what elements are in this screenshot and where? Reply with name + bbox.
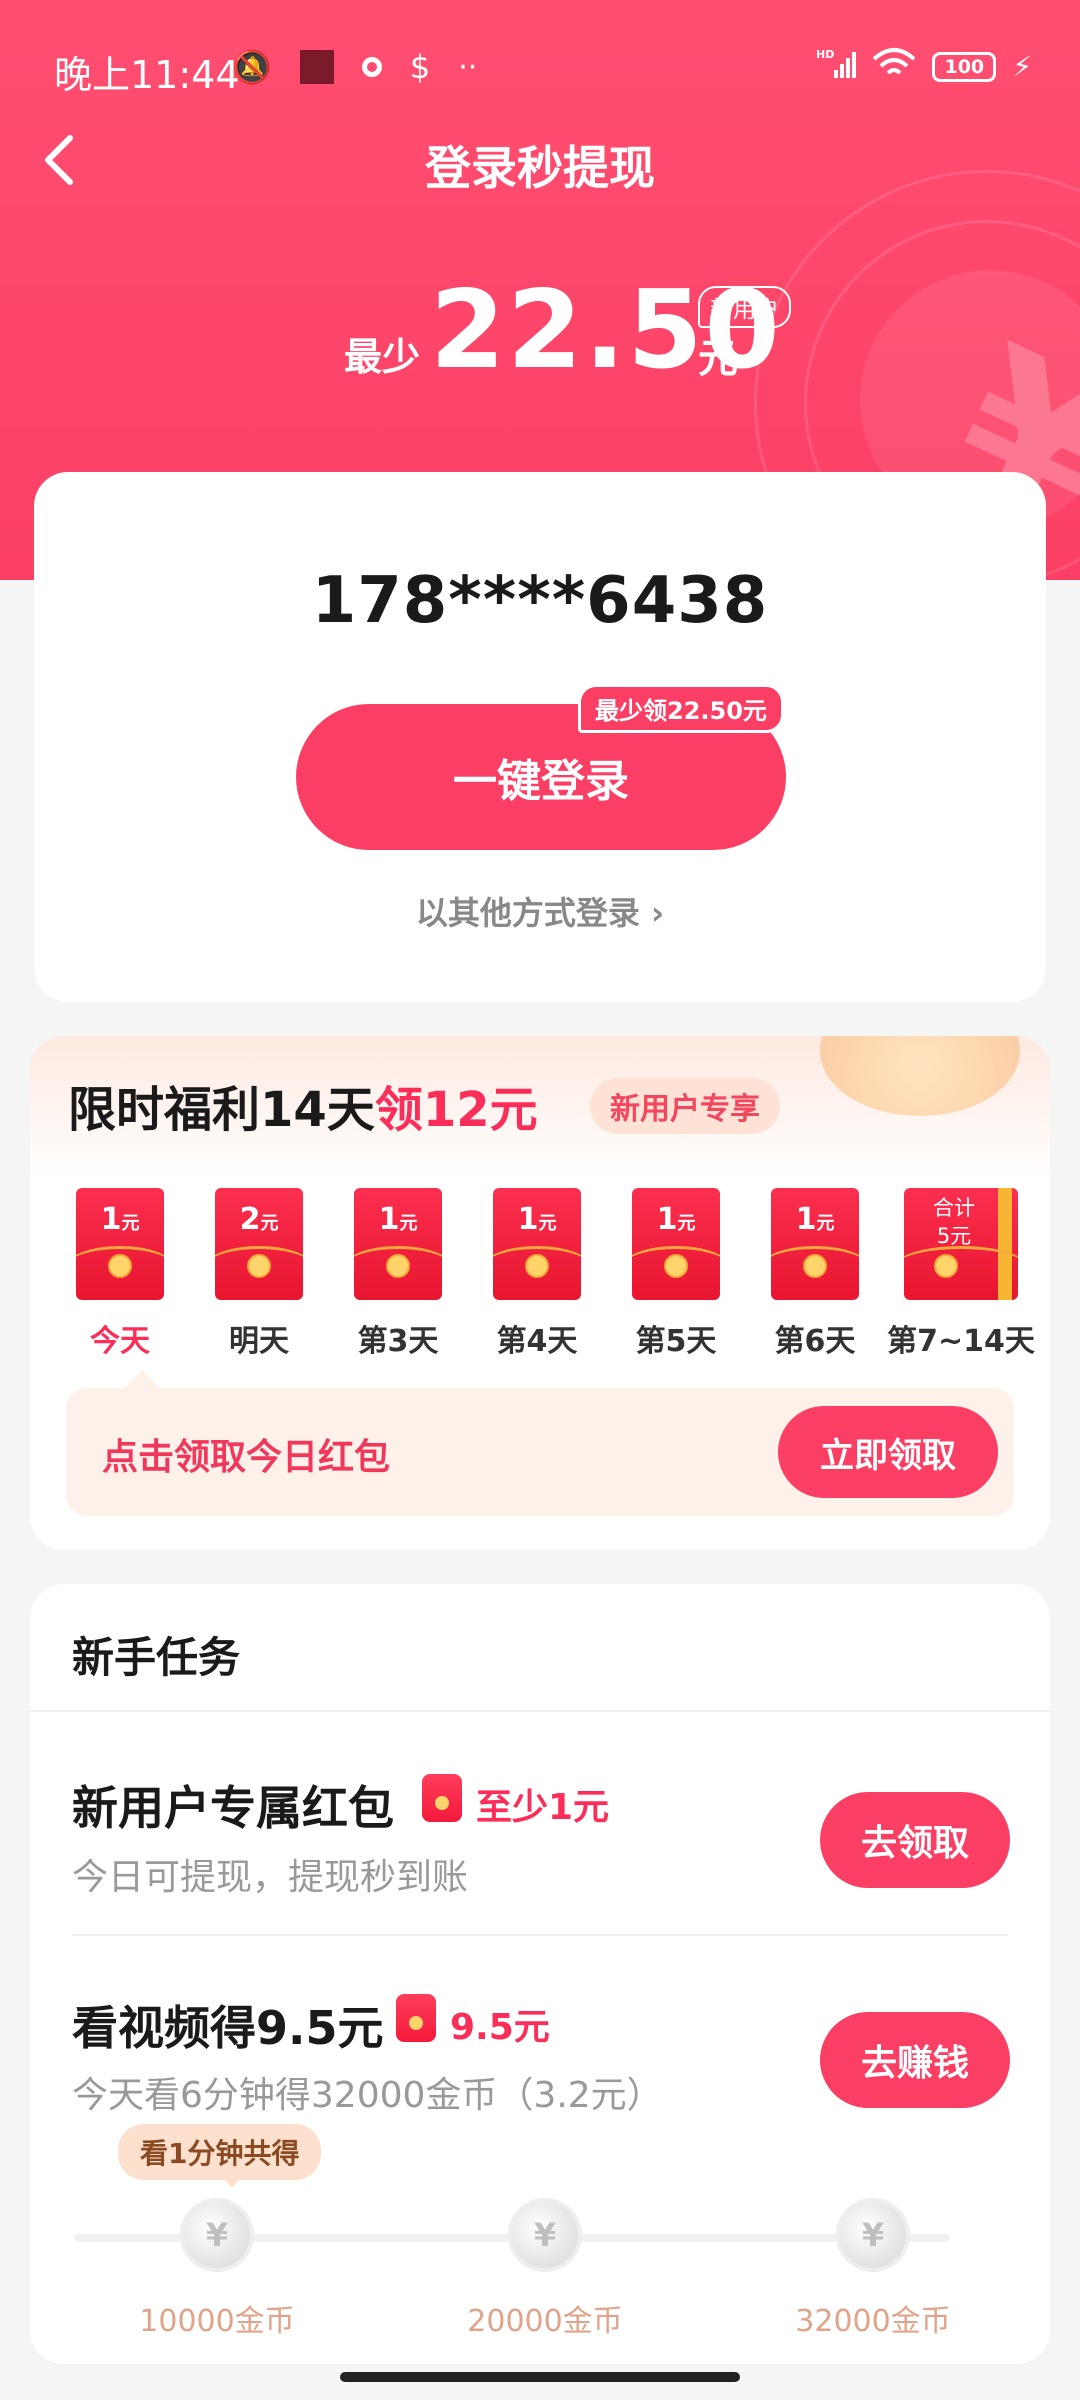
login-reward-badge: 最少领22.50元 xyxy=(578,684,784,733)
milestone-label: 10000金币 xyxy=(139,2304,295,2339)
earn-money-button[interactable]: 去赚钱 xyxy=(820,2012,1010,2108)
divider xyxy=(72,1934,1008,1936)
day-label: 第3天 xyxy=(357,1324,439,1359)
day-amount: 1 xyxy=(517,1202,539,1237)
day-amount: 1 xyxy=(795,1202,817,1237)
day-unit: 元 xyxy=(260,1213,279,1234)
red-envelope-icon xyxy=(422,1774,462,1822)
amount-prefix: 最少 xyxy=(344,335,421,379)
claim-task-button[interactable]: 去领取 xyxy=(820,1792,1010,1888)
day-unit: 元 xyxy=(121,1213,140,1234)
coin-decoration xyxy=(820,1036,1020,1116)
day-item[interactable]: 1元 第6天 xyxy=(755,1188,875,1360)
day-label: 第7~14天 xyxy=(887,1324,1035,1359)
red-envelope-icon: 1元 xyxy=(76,1188,164,1300)
red-envelope-icon xyxy=(396,1994,436,2042)
day-amount: 2 xyxy=(239,1202,261,1237)
day-unit: 元 xyxy=(538,1213,557,1234)
newbie-tasks-card: 新手任务 新用户专属红包 至少1元 今日可提现，提现秒到账 去领取 看视频得9.… xyxy=(30,1584,1050,2364)
login-card: 178****6438 一键登录 最少领22.50元 以其他方式登录 › xyxy=(34,472,1046,1002)
red-envelope-icon: 2元 xyxy=(215,1188,303,1300)
status-notification-icons: 🔕 $ ·· xyxy=(232,48,477,86)
day-label: 明天 xyxy=(229,1324,289,1359)
milestone-label: 20000金币 xyxy=(467,2304,623,2339)
status-time: 晚上11:44 xyxy=(54,53,240,97)
charging-icon: ⚡ xyxy=(1012,50,1032,83)
welfare-title-prefix: 限时福利14天 xyxy=(68,1082,375,1138)
amount-unit: 元 xyxy=(698,336,738,382)
day-item[interactable]: 1元 第3天 xyxy=(338,1188,458,1360)
status-system-icons: HD 100 ⚡ xyxy=(816,46,1032,87)
day-amount: 1 xyxy=(378,1202,400,1237)
task-reward: 9.5元 xyxy=(450,2007,550,2048)
home-indicator[interactable] xyxy=(340,2372,740,2382)
signal-icon: HD xyxy=(816,46,857,87)
coin-milestone-icon: ¥ xyxy=(180,2198,254,2272)
task-name: 新用户专属红包 xyxy=(72,1781,394,1835)
day-unit: 元 xyxy=(816,1213,835,1234)
day-label: 今天 xyxy=(90,1324,150,1359)
red-envelope-icon: 1元 xyxy=(354,1188,442,1300)
task-reward: 至少1元 xyxy=(476,1787,610,1828)
coin-milestone-icon: ¥ xyxy=(836,2198,910,2272)
s-app-icon: $ xyxy=(409,48,431,86)
red-envelope-icon: 1元 xyxy=(632,1188,720,1300)
battery-level: 100 xyxy=(944,55,985,78)
day-label: 第5天 xyxy=(635,1324,717,1359)
claim-pointer xyxy=(122,1370,162,1390)
battery-icon: 100 xyxy=(932,51,997,82)
red-envelope-icon: 1元 xyxy=(493,1188,581,1300)
tasks-title: 新手任务 xyxy=(72,1633,241,1682)
more-dots-icon: ·· xyxy=(458,49,478,85)
day-amount: 1 xyxy=(100,1202,122,1237)
divider xyxy=(30,1710,1050,1712)
welfare-card: 限时福利14天领12元 新用户专享 1元 今天 2元 明天 1元 第3天 1元 … xyxy=(30,1036,1050,1550)
day-amount: 1 xyxy=(656,1202,678,1237)
day-item[interactable]: 2元 明天 xyxy=(199,1188,319,1360)
new-user-exclusive-tag: 新用户专享 xyxy=(590,1078,780,1134)
day-item[interactable]: 1元 第4天 xyxy=(477,1188,597,1360)
record-icon xyxy=(361,57,382,77)
total-label: 合计 xyxy=(933,1196,975,1220)
welfare-title: 限时福利14天领12元 xyxy=(68,1070,538,1140)
day-unit: 元 xyxy=(677,1213,696,1234)
masked-phone-number: 178****6438 xyxy=(311,564,769,638)
day-label: 第4天 xyxy=(496,1324,578,1359)
other-login-link[interactable]: 以其他方式登录 › xyxy=(34,888,1046,934)
claim-now-button[interactable]: 立即领取 xyxy=(778,1406,998,1498)
claim-text: 点击领取今日红包 xyxy=(102,1437,391,1478)
day-item[interactable]: 合计 5元 第7~14天 xyxy=(886,1188,1036,1360)
muted-bell-icon: 🔕 xyxy=(232,48,272,86)
app-notification-icon xyxy=(299,50,334,84)
task-desc: 今日可提现，提现秒到账 xyxy=(72,1857,469,1898)
tip-pointer xyxy=(220,2174,244,2188)
wifi-icon xyxy=(872,47,916,86)
welfare-title-highlight: 领12元 xyxy=(374,1082,538,1138)
new-user-badge: 新用户 xyxy=(698,286,791,328)
task-desc: 今天看6分钟得32000金币（3.2元） xyxy=(72,2075,663,2116)
task-name: 看视频得9.5元 xyxy=(72,2001,384,2055)
day-item[interactable]: 1元 第5天 xyxy=(616,1188,736,1360)
red-envelope-stack-icon: 合计 5元 xyxy=(904,1188,1018,1300)
page-title: 登录秒提现 xyxy=(425,141,655,195)
milestone-label: 32000金币 xyxy=(795,2304,951,2339)
status-bar: 晚上11:44 🔕 $ ·· HD 100 ⚡ xyxy=(0,0,1080,132)
day-item[interactable]: 1元 今天 xyxy=(60,1188,180,1360)
coin-milestone-icon: ¥ xyxy=(508,2198,582,2272)
red-envelope-icon: 1元 xyxy=(771,1188,859,1300)
day-label: 第6天 xyxy=(774,1324,856,1359)
claim-today-bar: 点击领取今日红包 立即领取 xyxy=(66,1370,1014,1516)
daily-red-packets: 1元 今天 2元 明天 1元 第3天 1元 第4天 1元 第5天 1元 第6天 … xyxy=(30,1188,1050,1359)
tip-bubble: 看1分钟共得 xyxy=(118,2124,322,2180)
amount-display: 最少 22.50 新用户 元 xyxy=(0,268,1080,393)
svg-text:HD: HD xyxy=(816,48,834,61)
day-unit: 元 xyxy=(399,1213,418,1234)
